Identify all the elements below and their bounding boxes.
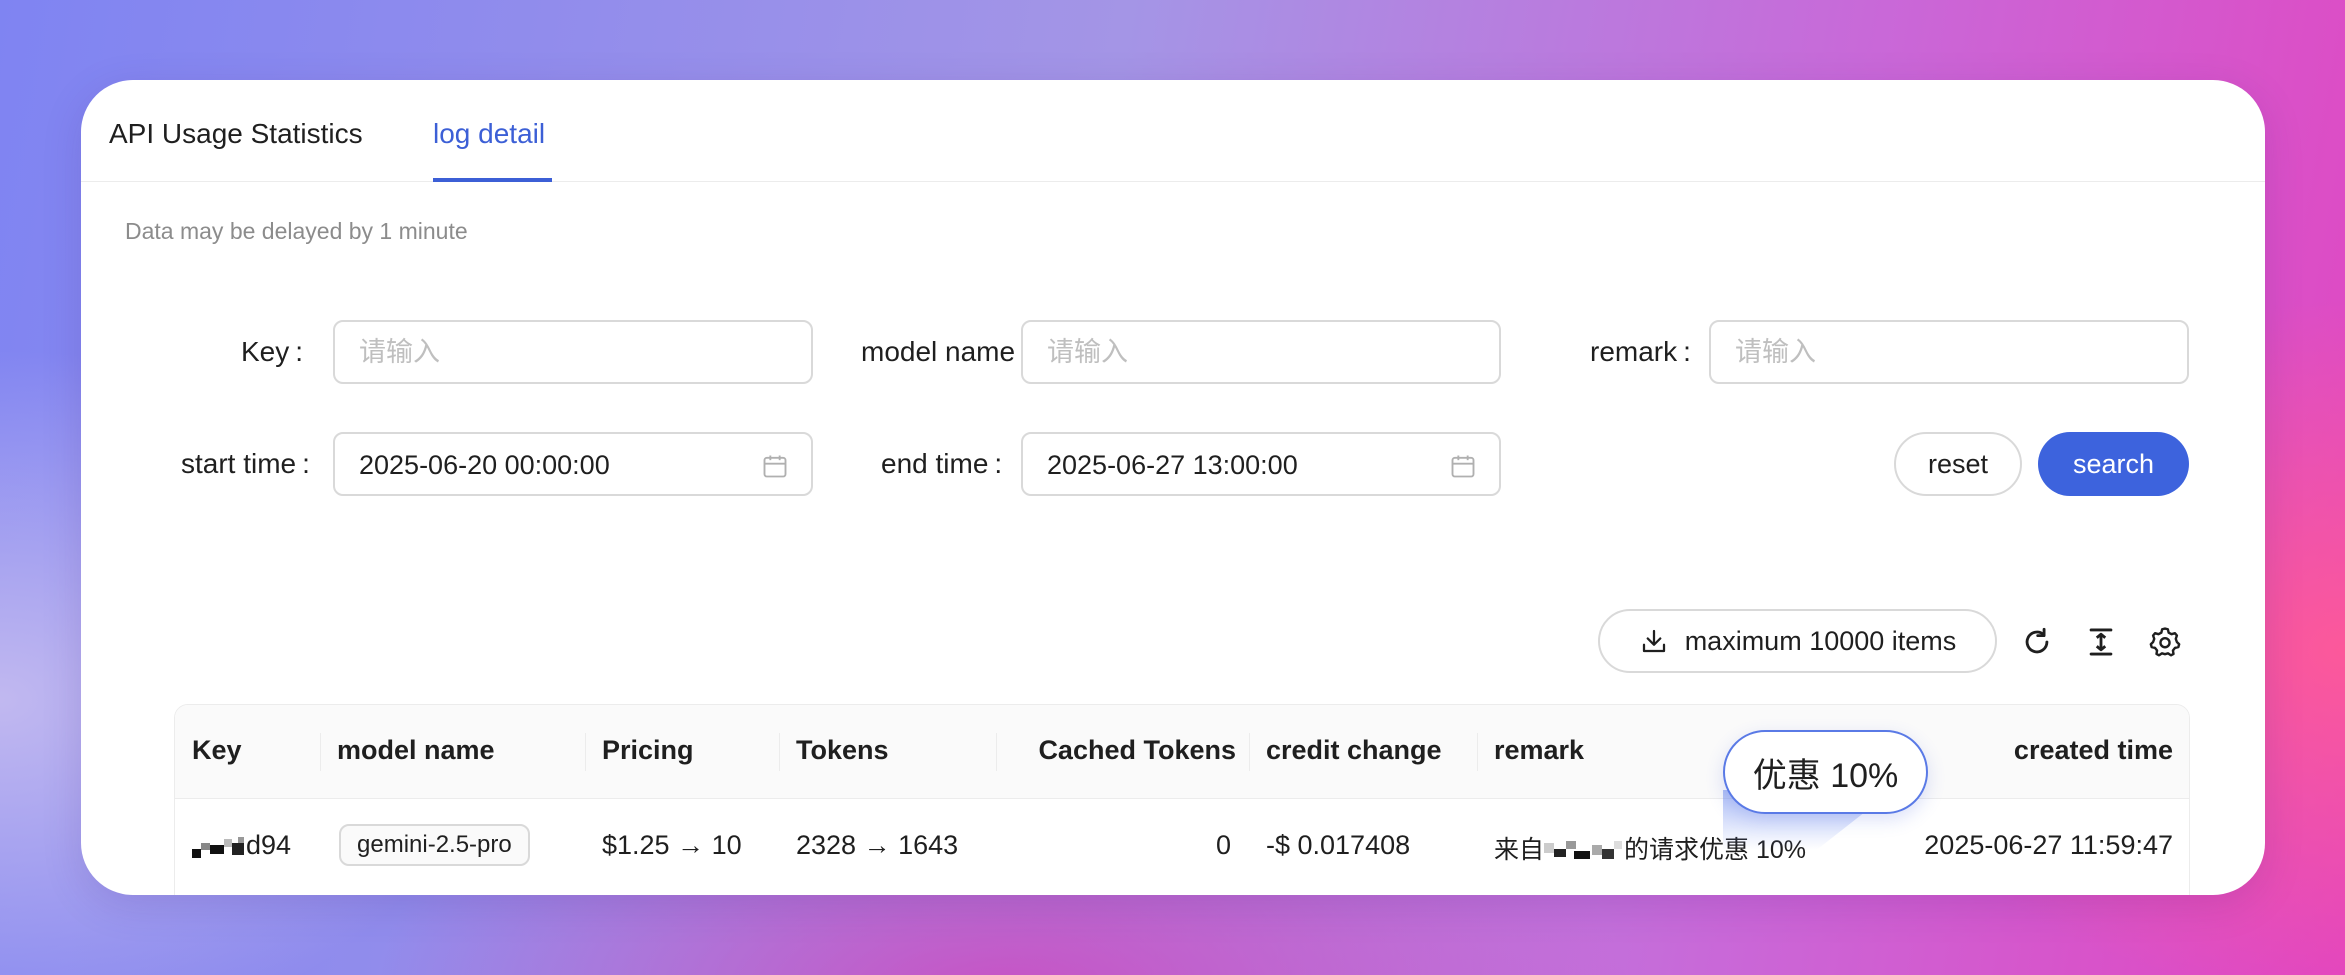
column-header-remark: remark <box>1494 735 1585 765</box>
download-icon <box>1642 629 1665 653</box>
start-time-label: start time: <box>181 448 310 479</box>
key-input[interactable] <box>333 320 813 384</box>
reset-button[interactable]: reset <box>1894 432 2022 496</box>
calendar-icon <box>763 455 787 478</box>
calendar-icon <box>1451 455 1475 478</box>
column-divider <box>320 733 321 771</box>
key-filter-label: Key: <box>241 336 304 367</box>
refresh-icon[interactable] <box>2020 625 2054 659</box>
column-header-model-name: model name <box>337 735 495 765</box>
model-name-filter-label: model name <box>861 336 1016 367</box>
search-button[interactable]: search <box>2038 432 2189 496</box>
column-header-tokens: Tokens <box>796 735 889 765</box>
column-divider <box>1249 733 1250 771</box>
model-name-tag: gemini-2.5-pro <box>339 824 530 866</box>
model-name-input[interactable] <box>1021 320 1501 384</box>
cell-created-time: 2025-06-27 11:59:47 <box>1924 830 2173 860</box>
tab-log-detail[interactable]: log detail <box>433 118 545 150</box>
remark-input[interactable] <box>1709 320 2189 384</box>
cell-pricing: $1.25 → 10 <box>602 830 742 860</box>
settings-gear-icon[interactable] <box>2148 625 2182 659</box>
delay-notice: Data may be delayed by 1 minute <box>125 218 468 244</box>
column-divider <box>996 733 997 771</box>
column-height-icon[interactable] <box>2084 625 2118 659</box>
export-button-label: maximum 10000 items <box>1684 625 1957 656</box>
start-time-picker[interactable]: 2025-06-20 00:00:00 <box>333 432 813 496</box>
end-time-label: end time: <box>881 448 1003 479</box>
column-divider <box>1477 733 1478 771</box>
cell-key: d94 <box>192 830 291 861</box>
redacted-remark-pixels <box>1544 841 1623 860</box>
redacted-key-pixels <box>192 836 244 858</box>
column-divider <box>585 733 586 771</box>
tab-bar: API Usage Statistics log detail <box>81 80 2265 182</box>
column-header-credit-change: credit change <box>1266 735 1442 765</box>
active-tab-indicator <box>433 178 552 182</box>
cell-credit-change: -$ 0.017408 <box>1266 830 1411 860</box>
export-button[interactable]: maximum 10000 items <box>1598 609 1997 673</box>
discount-tooltip: 优惠 10% <box>1723 730 1928 814</box>
column-header-created-time: created time <box>2013 735 2173 765</box>
column-divider <box>779 733 780 771</box>
column-header-pricing: Pricing <box>602 735 694 765</box>
remark-filter-label: remark: <box>1590 336 1691 367</box>
column-header-cached-tokens: Cached Tokens <box>1038 735 1236 765</box>
cell-cached-tokens: 0 <box>1215 830 1231 860</box>
start-time-value: 2025-06-20 00:00:00 <box>359 450 610 480</box>
end-time-value: 2025-06-27 13:00:00 <box>1047 450 1298 480</box>
end-time-picker[interactable]: 2025-06-27 13:00:00 <box>1021 432 1501 496</box>
log-panel-card: API Usage Statistics log detail Data may… <box>81 80 2265 895</box>
cell-tokens: 2328 → 1643 <box>796 830 959 860</box>
column-header-key: Key <box>192 735 242 765</box>
tab-api-usage-statistics[interactable]: API Usage Statistics <box>109 118 363 150</box>
